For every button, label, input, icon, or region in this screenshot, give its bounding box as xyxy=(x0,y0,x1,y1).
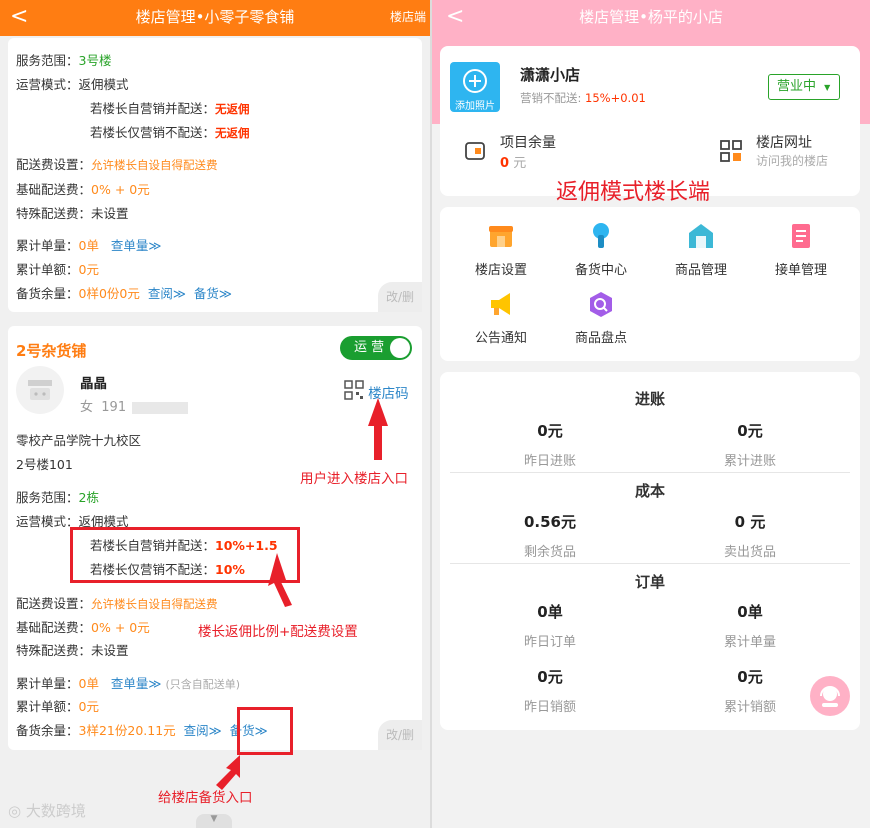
menu-shop-settings[interactable]: 楼店设置 xyxy=(451,221,551,278)
balance-label: 项目余量 xyxy=(500,135,556,151)
function-menu-card: 楼店设置 备货中心 商品管理 接单管理 公告通知 商品盘点 xyxy=(440,207,860,361)
commission-annotation: 楼长返佣比例+配送费设置 xyxy=(198,624,358,640)
megaphone-icon xyxy=(491,293,510,315)
order-title: 订单 xyxy=(634,573,665,591)
stock-entry-annotation: 给楼店备货入口 xyxy=(158,790,253,806)
stat-value: 0元 xyxy=(537,668,563,686)
divider xyxy=(450,472,850,473)
scroll-down-handle[interactable]: ▼ xyxy=(196,814,232,828)
stat-value: 0 元 xyxy=(734,513,766,531)
shop-url-sub[interactable]: 访问我的楼店 xyxy=(756,152,828,169)
headset-icon xyxy=(820,686,840,707)
chevron-down-icon: ▼ xyxy=(824,83,831,92)
user-entry-annotation: 用户进入楼店入口 xyxy=(300,471,408,487)
stat-label: 累计单量 xyxy=(723,635,776,650)
customer-service-button[interactable] xyxy=(810,676,850,716)
shop-name: 潇潇小店 xyxy=(520,66,581,84)
stat-label: 昨日订单 xyxy=(523,635,576,650)
mode-annotation: 返佣模式楼长端 xyxy=(556,180,711,205)
goods-icon xyxy=(689,224,713,248)
statistics-card: 进账 0元 0元 昨日进账 累计进账 成本 0.56元 0 元 剩余货品 卖出货… xyxy=(440,372,860,730)
plus-icon xyxy=(463,69,487,93)
cost-title: 成本 xyxy=(634,482,665,500)
stat-value: 0单 xyxy=(737,603,763,621)
menu-inventory-check[interactable]: 商品盘点 xyxy=(551,289,651,346)
menu-stock-center[interactable]: 备货中心 xyxy=(551,221,651,278)
shop-icon xyxy=(489,226,513,247)
stat-value: 0元 xyxy=(537,422,563,440)
annotation-arrows xyxy=(216,398,388,790)
balance-value: 0 元 xyxy=(500,156,527,171)
orders-icon xyxy=(792,224,810,248)
stat-value: 0单 xyxy=(537,603,563,621)
stat-label: 累计进账 xyxy=(723,454,776,469)
income-title: 进账 xyxy=(634,390,665,408)
shop-url-label[interactable]: 楼店网址 xyxy=(756,132,812,152)
menu-announcements[interactable]: 公告通知 xyxy=(451,289,551,346)
stat-label: 卖出货品 xyxy=(723,545,776,560)
watermark-logo-icon: ◎ xyxy=(8,802,22,820)
stat-value: 0.56元 xyxy=(523,513,576,531)
right-panel: < 楼店管理•杨平的小店 添加照片 潇潇小店 营销不配送: 15%+0.01 营… xyxy=(432,0,870,828)
stock-icon xyxy=(593,223,609,248)
qrcode-icon xyxy=(720,140,742,166)
left-panel: < 楼店管理•小零子零食铺 楼店端 服务范围：3号楼 运营模式：返佣模式 若楼长… xyxy=(0,0,430,828)
shop-commission: 营销不配送: 15%+0.01 xyxy=(520,91,646,105)
stat-label: 剩余货品 xyxy=(523,545,576,560)
stat-label: 昨日销额 xyxy=(523,700,576,715)
inventory-icon xyxy=(590,292,612,317)
wallet-icon xyxy=(464,140,486,166)
menu-goods-management[interactable]: 商品管理 xyxy=(651,221,751,278)
status-select[interactable]: 营业中 ▼ xyxy=(768,74,840,100)
watermark: ◎ 大数跨境 xyxy=(8,802,86,820)
stat-label: 昨日进账 xyxy=(523,454,576,469)
right-page-title: 楼店管理•杨平的小店 xyxy=(579,8,723,26)
divider xyxy=(450,563,850,564)
stat-value: 0元 xyxy=(737,422,763,440)
menu-order-management[interactable]: 接单管理 xyxy=(751,221,851,278)
add-photo-button[interactable]: 添加照片 xyxy=(450,62,500,112)
add-photo-label: 添加照片 xyxy=(455,101,495,112)
